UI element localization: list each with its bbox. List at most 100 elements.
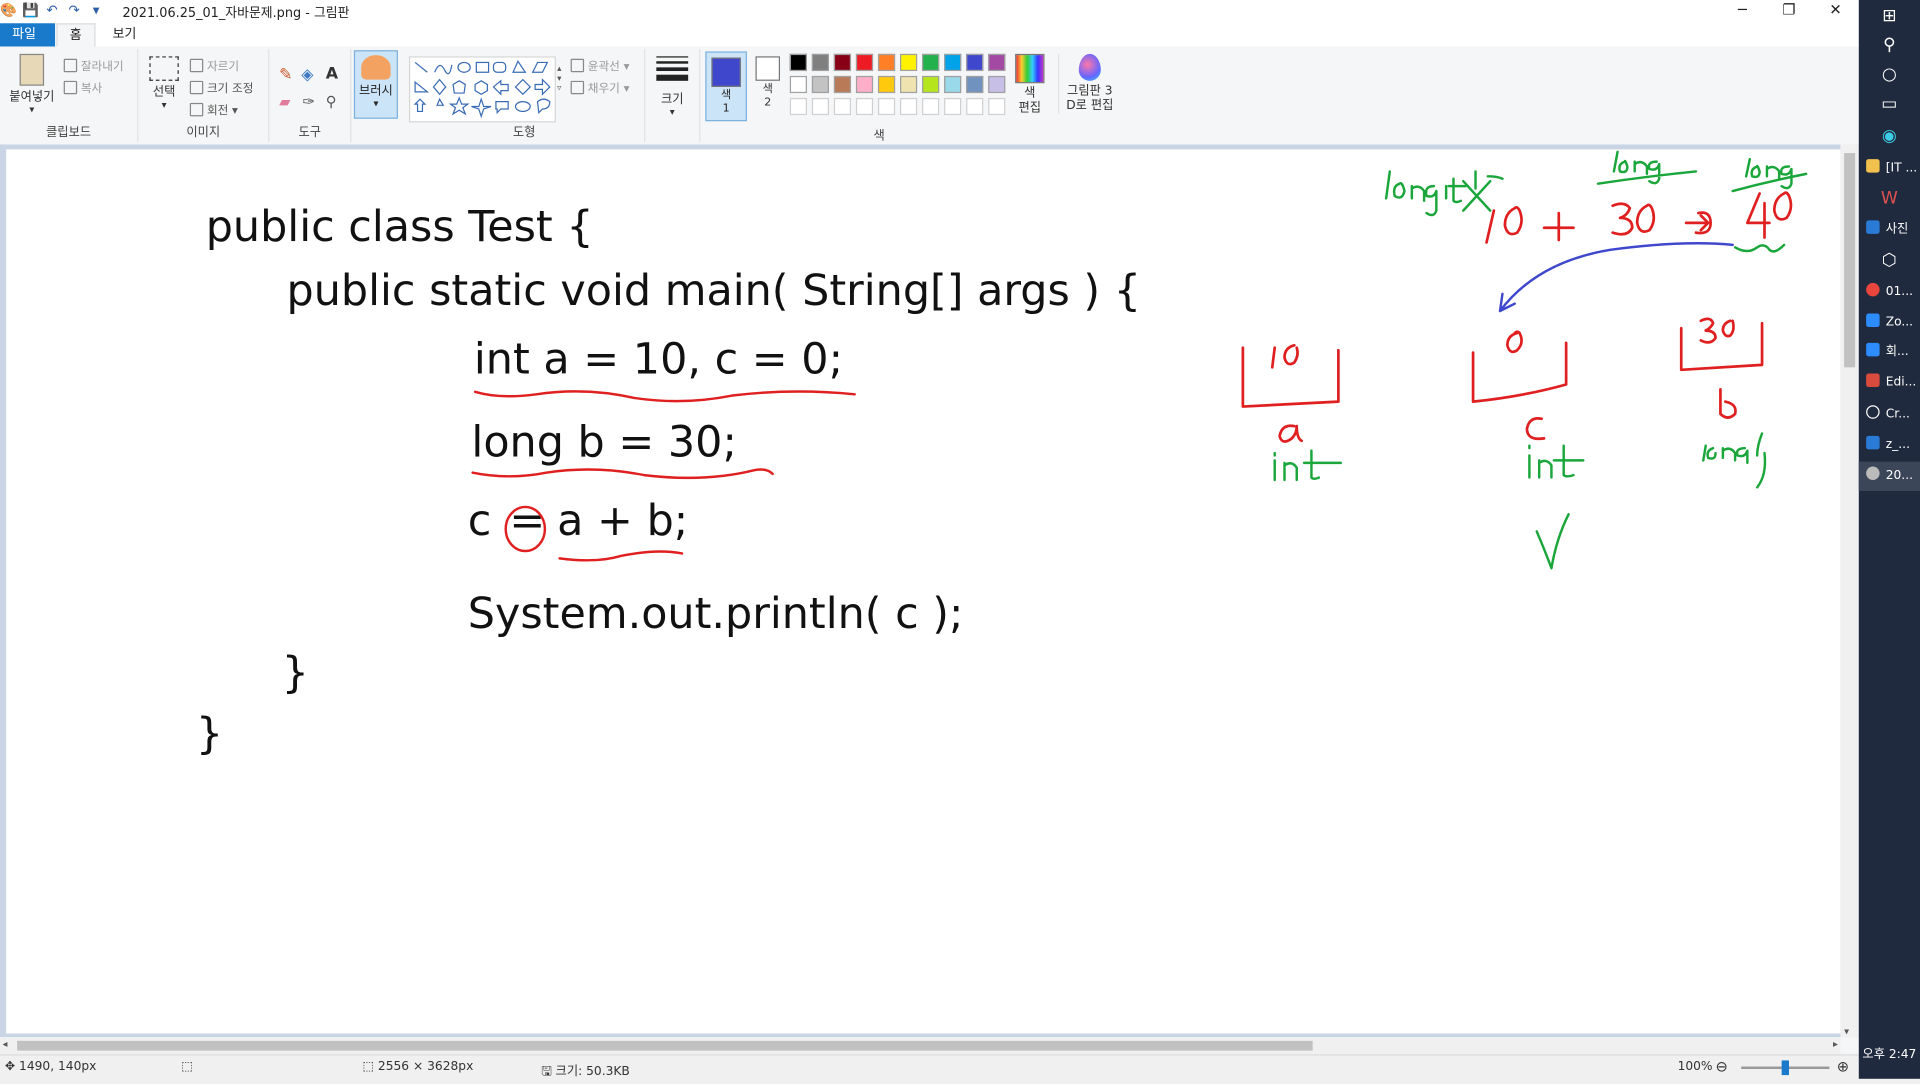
taskbar-item-cr[interactable]: Cr... bbox=[1859, 400, 1920, 429]
crop-button[interactable]: 자르기 bbox=[189, 56, 239, 73]
memory-box-c bbox=[1471, 330, 1568, 403]
taskbar-item-label: 회... bbox=[1885, 345, 1909, 359]
palette-custom-swatch[interactable] bbox=[944, 97, 962, 116]
horizontal-scroll-thumb[interactable] bbox=[17, 1040, 1313, 1051]
taskbar-item-chrome[interactable]: 01... bbox=[1859, 278, 1920, 307]
eraser-icon[interactable]: ▰ bbox=[279, 93, 290, 110]
palette-swatch[interactable] bbox=[811, 75, 829, 94]
note-long-int-crossed bbox=[1384, 170, 1504, 217]
palette-swatch[interactable] bbox=[988, 75, 1006, 94]
zoom-in-icon[interactable]: ⊕ bbox=[1837, 1058, 1849, 1075]
scroll-left-icon[interactable]: ◂ bbox=[2, 1038, 7, 1049]
palette-swatch[interactable] bbox=[922, 75, 940, 94]
close-button[interactable]: ✕ bbox=[1812, 0, 1859, 23]
taskbar-item-editplus[interactable]: Edi... bbox=[1859, 369, 1920, 398]
scroll-right-icon[interactable]: ▸ bbox=[1833, 1038, 1838, 1049]
palette-swatch[interactable] bbox=[877, 75, 896, 94]
windows-start-icon[interactable]: ⊞ bbox=[1880, 6, 1900, 26]
palette-custom-swatch[interactable] bbox=[966, 97, 984, 116]
undo-icon[interactable]: ↶ bbox=[44, 2, 60, 18]
cut-button[interactable]: 잘라내기 bbox=[63, 56, 124, 73]
zoom-slider-track[interactable] bbox=[1741, 1060, 1830, 1076]
fill-button[interactable]: 채우기 ▾ bbox=[570, 78, 629, 96]
color-palette bbox=[789, 53, 1010, 123]
restore-button[interactable]: ❐ bbox=[1766, 0, 1813, 23]
size-label: 크기 bbox=[660, 93, 684, 107]
size-button[interactable]: 크기 ▾ bbox=[655, 56, 689, 118]
customize-dropdown-icon[interactable]: ▾ bbox=[88, 2, 104, 18]
palette-swatch[interactable] bbox=[833, 75, 852, 94]
palette-swatch[interactable] bbox=[855, 53, 874, 72]
color-picker-icon[interactable]: ✑ bbox=[302, 93, 314, 110]
taskbar-item-label: Zo... bbox=[1885, 315, 1914, 330]
palette-swatch[interactable] bbox=[900, 53, 918, 72]
palette-custom-swatch[interactable] bbox=[833, 97, 852, 116]
palette-custom-swatch[interactable] bbox=[811, 97, 829, 116]
save-icon[interactable]: 💾 bbox=[22, 2, 39, 18]
select-button[interactable]: 선택 ▾ bbox=[146, 56, 183, 110]
resize-button[interactable]: 크기 조정 bbox=[189, 78, 253, 96]
palette-custom-swatch[interactable] bbox=[855, 97, 874, 116]
fill-bucket-icon[interactable]: ◈ bbox=[301, 66, 313, 84]
palette-swatch[interactable] bbox=[944, 53, 962, 72]
search-icon[interactable]: ⚲ bbox=[1880, 36, 1900, 56]
outline-button[interactable]: 윤곽선 ▾ bbox=[570, 56, 629, 73]
shapes-scroll-icon[interactable]: ▴ ▾ ▿ bbox=[557, 64, 561, 93]
taskbar-item-zoom[interactable]: Zo... bbox=[1859, 309, 1920, 338]
rotate-button[interactable]: 회전 ▾ bbox=[189, 100, 238, 118]
palette-swatch[interactable] bbox=[966, 75, 984, 94]
palette-custom-swatch[interactable] bbox=[922, 97, 940, 116]
task-view-icon[interactable]: ▭ bbox=[1880, 94, 1900, 114]
app-w-icon[interactable]: W bbox=[1880, 189, 1900, 209]
brush-button[interactable]: 브러시 ▾ bbox=[353, 50, 398, 119]
palette-swatch[interactable] bbox=[944, 75, 962, 94]
paint3d-line1: 그림판 3 bbox=[1067, 84, 1113, 98]
taskbar-item-it[interactable]: [IT ... bbox=[1859, 154, 1920, 183]
palette-custom-swatch[interactable] bbox=[789, 97, 807, 116]
paste-button[interactable]: 붙여넣기 ▾ bbox=[5, 53, 59, 115]
cortana-icon[interactable]: ○ bbox=[1880, 65, 1900, 85]
palette-swatch[interactable] bbox=[789, 75, 807, 94]
taskbar-item-photos[interactable]: 사진 bbox=[1859, 216, 1920, 245]
palette-swatch[interactable] bbox=[900, 75, 918, 94]
edge-icon[interactable]: ◉ bbox=[1880, 126, 1900, 146]
vertical-scrollbar[interactable]: ▾ bbox=[1840, 144, 1859, 1038]
fill-icon bbox=[570, 80, 585, 95]
tab-file[interactable]: 파일 bbox=[0, 23, 56, 47]
taskbar-item-z[interactable]: z_... bbox=[1859, 431, 1920, 460]
3d-viewer-icon[interactable]: ⬡ bbox=[1880, 251, 1900, 271]
minimize-button[interactable]: ─ bbox=[1719, 0, 1766, 23]
tab-view[interactable]: 보기 bbox=[100, 23, 148, 46]
horizontal-scrollbar[interactable]: ◂ ▸ bbox=[0, 1037, 1841, 1055]
tab-home[interactable]: 홈 bbox=[56, 23, 96, 47]
palette-swatch[interactable] bbox=[833, 53, 852, 72]
palette-swatch[interactable] bbox=[877, 53, 896, 72]
taskbar-item-paint[interactable]: 20... bbox=[1858, 461, 1920, 492]
color1-button[interactable]: 색 1 bbox=[705, 51, 747, 122]
copy-button[interactable]: 복사 bbox=[63, 78, 102, 96]
palette-custom-swatch[interactable] bbox=[900, 97, 918, 116]
zoom-out-icon[interactable]: ⊖ bbox=[1716, 1058, 1728, 1075]
palette-custom-swatch[interactable] bbox=[877, 97, 896, 116]
shapes-gallery[interactable] bbox=[408, 56, 556, 123]
pencil-icon[interactable]: ✎ bbox=[279, 66, 292, 84]
palette-custom-swatch[interactable] bbox=[988, 97, 1006, 116]
taskbar-item-meeting[interactable]: 회... bbox=[1859, 338, 1920, 367]
paint3d-button[interactable]: 그림판 3 D로 편집 bbox=[1057, 53, 1120, 114]
zoom-slider-thumb[interactable] bbox=[1781, 1060, 1789, 1076]
redo-icon[interactable]: ↷ bbox=[66, 2, 82, 18]
palette-swatch[interactable] bbox=[789, 53, 807, 72]
color2-button[interactable]: 색 2 bbox=[752, 56, 784, 110]
palette-swatch[interactable] bbox=[966, 53, 984, 72]
drawing-canvas[interactable]: public class Test { public static void m… bbox=[6, 149, 1841, 1034]
scroll-down-icon[interactable]: ▾ bbox=[1844, 1026, 1849, 1037]
text-tool-icon[interactable]: A bbox=[326, 65, 338, 83]
palette-swatch[interactable] bbox=[855, 75, 874, 94]
palette-swatch[interactable] bbox=[988, 53, 1006, 72]
palette-swatch[interactable] bbox=[811, 53, 829, 72]
magnifier-icon[interactable]: ⚲ bbox=[326, 93, 337, 110]
palette-swatch[interactable] bbox=[922, 53, 940, 72]
clipboard-group-label: 클립보드 bbox=[46, 126, 92, 140]
edit-colors-button[interactable]: 색 편집 bbox=[1011, 53, 1048, 116]
vertical-scroll-thumb[interactable] bbox=[1844, 153, 1856, 368]
